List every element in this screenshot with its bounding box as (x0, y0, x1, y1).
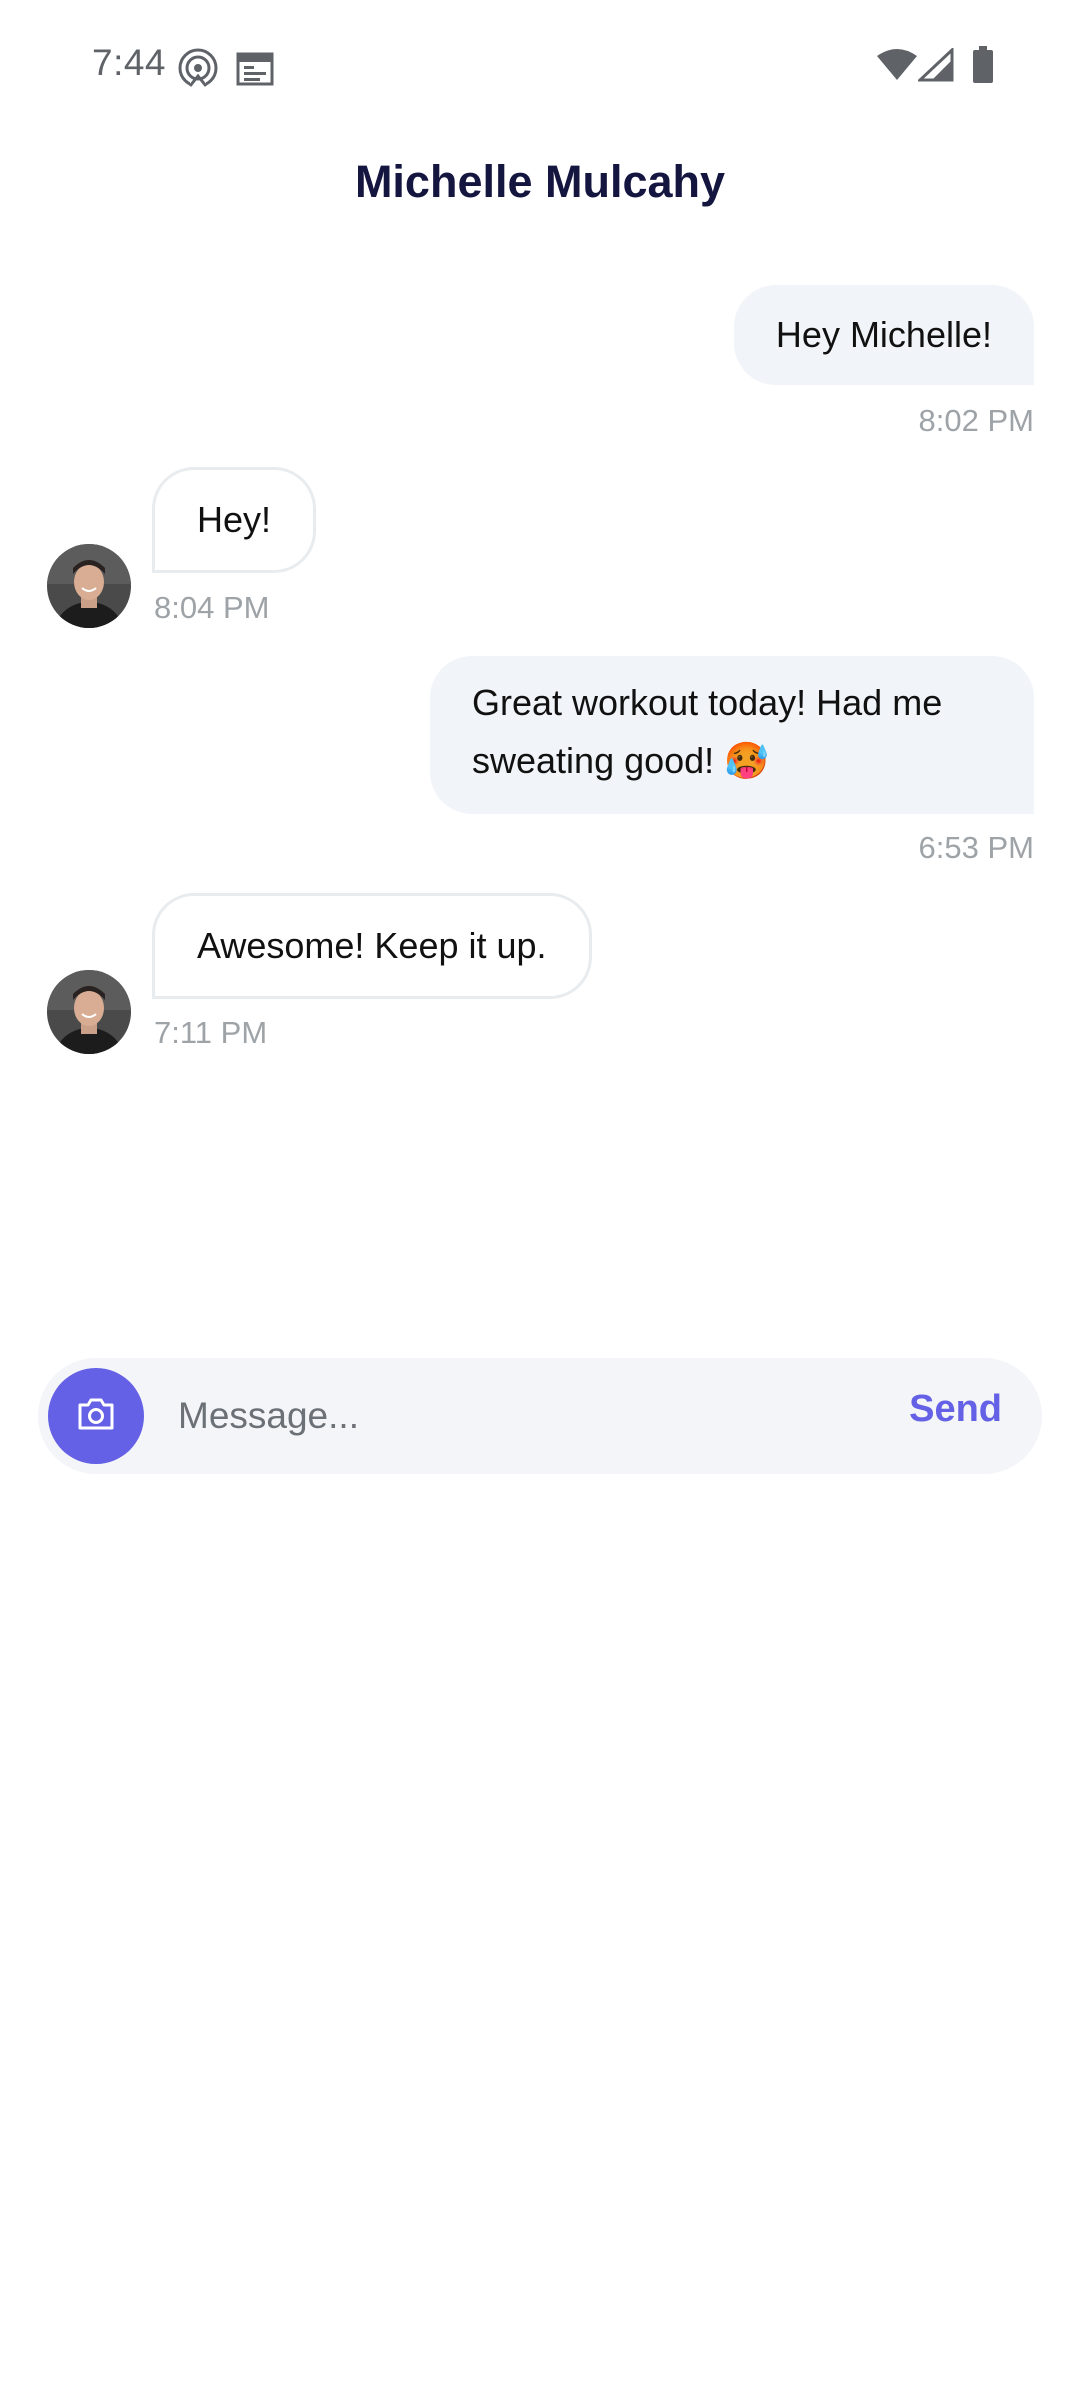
message-text-line: Great workout today! Had me (472, 682, 943, 723)
calendar-icon (236, 50, 274, 91)
incoming-message[interactable]: Awesome! Keep it up. (152, 893, 592, 999)
message-text: Awesome! Keep it up. (197, 925, 547, 966)
outgoing-message[interactable]: Hey Michelle! (733, 285, 1034, 385)
message-timestamp: 6:53 PM (918, 830, 1034, 865)
message-text: Hey Michelle! (775, 314, 992, 355)
status-time: 7:44 (92, 42, 167, 83)
message-timestamp: 8:04 PM (154, 590, 270, 625)
incoming-message[interactable]: Hey! (152, 467, 317, 573)
message-composer: Send (38, 1358, 1042, 1474)
message-input[interactable] (178, 1378, 818, 1454)
send-button[interactable]: Send (909, 1388, 1002, 1431)
camera-icon (76, 1397, 116, 1436)
contact-avatar[interactable] (47, 970, 131, 1054)
message-text-line: sweating good! 🥵 (472, 740, 769, 781)
signal-icon (916, 46, 954, 87)
status-bar: 7:44 (0, 0, 1080, 135)
chat-screen: 7:44 Michelle Mulcahy Hey Michelle! 8:02… (0, 0, 1080, 2400)
podcast-icon (176, 46, 220, 95)
contact-name: Michelle Mulcahy (354, 156, 726, 207)
message-timestamp: 8:02 PM (918, 403, 1034, 438)
battery-icon (972, 46, 994, 89)
message-timestamp: 7:11 PM (154, 1015, 268, 1050)
outgoing-message[interactable]: Great workout today! Had me sweating goo… (430, 656, 1034, 814)
wifi-icon (876, 48, 918, 87)
message-text: Hey! (197, 499, 272, 540)
camera-button[interactable] (48, 1368, 144, 1464)
contact-avatar[interactable] (47, 544, 131, 628)
